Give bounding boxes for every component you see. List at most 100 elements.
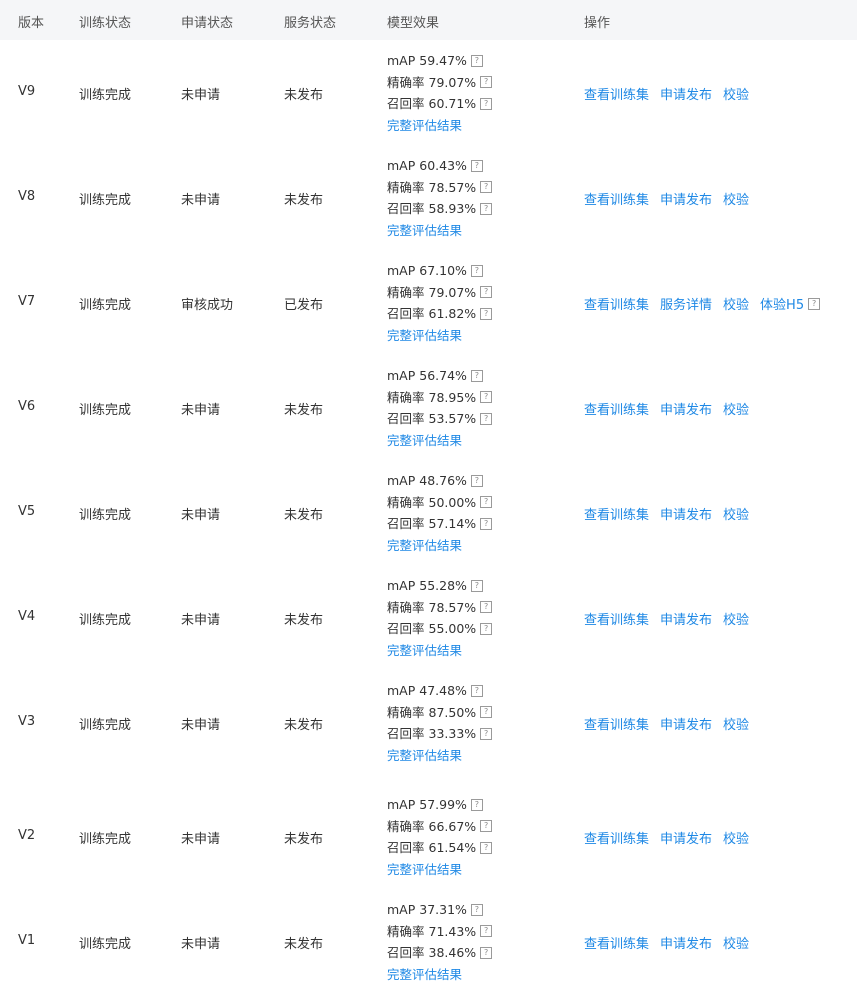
help-icon[interactable]: ? [480,517,493,530]
apply-publish-link[interactable]: 申请发布 [660,189,712,208]
help-icon[interactable]: ? [470,159,483,172]
validate-link[interactable]: 校验 [723,609,749,628]
help-icon[interactable]: ? [808,297,821,310]
full-eval-result-link[interactable]: 完整评估结果 [387,118,462,133]
precision-metric-value: 50.00% [428,494,477,510]
help-icon[interactable]: ? [480,841,493,854]
help-icon[interactable]: ? [480,601,493,614]
recall-metric-label: 召回率 [387,516,425,531]
view-training-set-link[interactable]: 查看训练集 [584,609,649,628]
table-body: V9 训练完成 未申请 未发布 mAP 59.47%? 精确率 79.07%? 召回率 60… [0,40,857,994]
full-eval-result-link[interactable]: 完整评估结果 [387,538,462,553]
apply-publish-link[interactable]: 申请发布 [660,714,712,733]
help-icon[interactable]: ? [480,76,493,89]
service-status-cell: 已发布 [284,298,324,313]
help-icon[interactable]: ? [480,286,493,299]
view-training-set-link[interactable]: 查看训练集 [584,294,649,313]
help-icon[interactable]: ? [480,202,493,215]
view-training-set-link[interactable]: 查看训练集 [584,189,649,208]
recall-metric-value: 57.14% [428,516,477,531]
map-metric-value: 55.28% [419,578,467,593]
train-status-cell: 训练完成 [79,937,132,952]
service-details-link[interactable]: 服务详情 [660,294,712,313]
help-icon[interactable]: ? [480,391,493,404]
view-training-set-link[interactable]: 查看训练集 [584,399,649,418]
precision-metric: 精确率 78.57%? [387,177,493,199]
help-icon[interactable]: ? [480,97,493,110]
help-icon[interactable]: ? [470,369,483,382]
view-training-set-link[interactable]: 查看训练集 [584,828,649,847]
help-icon[interactable]: ? [470,474,483,487]
validate-link[interactable]: 校验 [723,399,749,418]
precision-metric-value: 87.50% [428,704,477,720]
help-icon[interactable]: ? [470,684,483,697]
validate-link[interactable]: 校验 [723,828,749,847]
version-cell: V4 [18,609,36,624]
help-icon[interactable]: ? [480,622,493,635]
map-metric-label: mAP [387,53,416,68]
view-training-set-link[interactable]: 查看训练集 [584,504,649,523]
view-training-set-link[interactable]: 查看训练集 [584,933,649,952]
apply-publish-link[interactable]: 申请发布 [660,399,712,418]
precision-metric: 精确率 71.43%? [387,921,493,943]
recall-metric-value: 61.54% [428,840,477,855]
help-icon[interactable]: ? [480,307,493,320]
apply-status-cell: 未申请 [181,832,221,847]
full-eval-result-link[interactable]: 完整评估结果 [387,862,462,877]
map-metric: mAP 48.76%? [387,470,492,492]
version-cell: V6 [18,399,36,414]
version-cell: V7 [18,294,36,309]
help-icon[interactable]: ? [480,496,493,509]
recall-metric: 召回率 53.57%? [387,408,493,430]
full-eval-result-link[interactable]: 完整评估结果 [387,967,462,982]
try-h5-link[interactable]: 体验H5 [760,294,804,313]
apply-publish-link[interactable]: 申请发布 [660,504,712,523]
help-icon[interactable]: ? [470,54,483,67]
help-icon[interactable]: ? [470,798,483,811]
help-icon[interactable]: ? [470,903,483,916]
map-metric-value: 59.47% [419,53,467,68]
help-icon[interactable]: ? [480,706,493,719]
help-icon[interactable]: ? [480,181,493,194]
view-training-set-link[interactable]: 查看训练集 [584,714,649,733]
header-actions: 操作 [584,16,611,31]
recall-metric: 召回率 55.00%? [387,618,493,640]
recall-metric-value: 38.46% [428,945,477,960]
help-icon[interactable]: ? [480,946,493,959]
help-icon[interactable]: ? [470,264,483,277]
view-training-set-link[interactable]: 查看训练集 [584,84,649,103]
full-eval-result-link[interactable]: 完整评估结果 [387,223,462,238]
precision-metric: 精确率 66.67%? [387,816,493,838]
model-metrics: mAP 67.10%? 精确率 79.07%? 召回率 61.82%? 完整评估结果 [387,260,493,346]
validate-link[interactable]: 校验 [723,504,749,523]
version-cell: V5 [18,504,36,519]
precision-metric-label: 精确率 [387,704,425,720]
version-cell: V3 [18,714,36,729]
validate-link[interactable]: 校验 [723,189,749,208]
train-status-cell: 训练完成 [79,613,132,628]
map-metric-label: mAP [387,473,416,488]
full-eval-result-link[interactable]: 完整评估结果 [387,433,462,448]
apply-publish-link[interactable]: 申请发布 [660,609,712,628]
full-eval-result-link[interactable]: 完整评估结果 [387,748,462,763]
model-metrics: mAP 37.31%? 精确率 71.43%? 召回率 38.46%? 完整评估结果 [387,899,493,985]
help-icon[interactable]: ? [480,727,493,740]
help-icon[interactable]: ? [480,925,493,938]
apply-publish-link[interactable]: 申请发布 [660,84,712,103]
service-status-cell: 未发布 [284,937,324,952]
model-metrics: mAP 55.28%? 精确率 78.57%? 召回率 55.00%? 完整评估结果 [387,575,493,661]
header-train-status: 训练状态 [79,16,132,31]
full-eval-result-link[interactable]: 完整评估结果 [387,643,462,658]
help-icon[interactable]: ? [480,820,493,833]
help-icon[interactable]: ? [470,579,483,592]
row-actions: 查看训练集 申请发布 校验 [584,189,760,208]
help-icon[interactable]: ? [480,412,493,425]
validate-link[interactable]: 校验 [723,933,749,952]
validate-link[interactable]: 校验 [723,294,749,313]
validate-link[interactable]: 校验 [723,84,749,103]
apply-publish-link[interactable]: 申请发布 [660,828,712,847]
apply-publish-link[interactable]: 申请发布 [660,933,712,952]
full-eval-result-link[interactable]: 完整评估结果 [387,328,462,343]
map-metric-value: 60.43% [419,158,467,173]
validate-link[interactable]: 校验 [723,714,749,733]
